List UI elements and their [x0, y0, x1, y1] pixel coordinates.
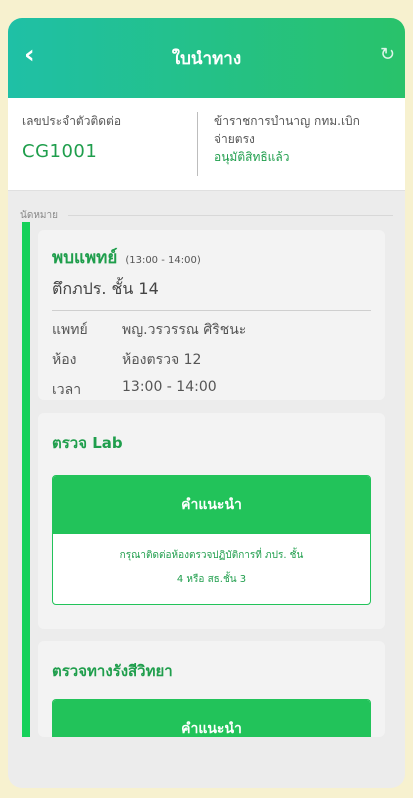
- appointment-card[interactable]: พบแพทย์ (13:00 - 14:00) ตึกภปร. ชั้น 14 …: [38, 230, 385, 400]
- radiology-advice-box: คำแนะนำ: [52, 699, 371, 737]
- lab-card[interactable]: ตรวจ Lab คำแนะนำ กรุณาติดต่อห้องตรวจปฏิบ…: [38, 413, 385, 629]
- contact-block: เลขประจำตัวติดต่อ CG1001: [22, 112, 198, 176]
- lab-advice-title: คำแนะนำ: [53, 476, 370, 534]
- app-header: ‹ ใบนำทาง ↻: [8, 18, 405, 98]
- radiology-title: ตรวจทางรังสีวิทยา: [52, 662, 173, 680]
- page-title: ใบนำทาง: [171, 48, 242, 69]
- detail-key: แพทย์: [52, 322, 88, 338]
- lab-advice-box: คำแนะนำ กรุณาติดต่อห้องตรวจปฏิบัติการที่…: [52, 475, 371, 605]
- detail-key: ห้อง: [52, 352, 77, 368]
- detail-row-time: เวลา 13:00 - 14:00: [52, 379, 371, 401]
- section-divider: [68, 214, 393, 216]
- status-block: ข้าราชการบำนาญ กทม.เบิก จ่ายตรง อนุมัติส…: [198, 112, 360, 190]
- radiology-advice-title: คำแนะนำ: [53, 700, 370, 737]
- detail-value: 13:00 - 14:00: [122, 379, 217, 395]
- chevron-left-icon[interactable]: ‹: [24, 42, 35, 68]
- detail-key: เวลา: [52, 382, 82, 398]
- refresh-icon[interactable]: ↻: [380, 44, 395, 65]
- appointment-title: พบแพทย์: [52, 248, 118, 268]
- radiology-card[interactable]: ตรวจทางรังสีวิทยา คำแนะนำ: [38, 641, 385, 737]
- appointment-head: พบแพทย์ (13:00 - 14:00): [52, 244, 371, 271]
- detail-row-doctor: แพทย์ พญ.วรวรรณ ศิริชนะ: [52, 319, 371, 341]
- appointment-time: (13:00 - 14:00): [125, 255, 201, 266]
- detail-value: ห้องตรวจ 12: [122, 352, 202, 368]
- lab-advice-body: กรุณาติดต่อห้องตรวจปฏิบัติการที่ ภปร. ชั…: [53, 534, 370, 604]
- section-label-text: นัดหมาย: [20, 209, 58, 221]
- contact-code: CG1001: [22, 141, 98, 162]
- bottom-bar: [8, 737, 405, 770]
- patient-info: เลขประจำตัวติดต่อ CG1001 ข้าราชการบำนาญ …: [8, 98, 405, 191]
- lab-title: ตรวจ Lab: [52, 434, 123, 452]
- section-appointments-label: นัดหมาย: [8, 191, 405, 229]
- detail-value: พญ.วรวรรณ ศิริชนะ: [122, 322, 247, 338]
- lab-advice-line-1: กรุณาติดต่อห้องตรวจปฏิบัติการที่ ภปร. ชั…: [119, 550, 304, 561]
- detail-row-room: ห้อง ห้องตรวจ 12: [52, 349, 371, 371]
- lab-advice-line-2: 4 หรือ สธ.ชั้น 3: [176, 574, 247, 585]
- contact-label: เลขประจำตัวติดต่อ: [22, 114, 122, 128]
- appointment-location: ตึกภปร. ชั้น 14: [52, 277, 371, 311]
- timeline-bar: [22, 222, 30, 770]
- status-line-2: จ่ายตรง: [214, 132, 255, 146]
- status-approved: อนุมัติสิทธิแล้ว: [214, 150, 290, 164]
- status-line-1: ข้าราชการบำนาญ กทม.เบิก: [214, 114, 360, 128]
